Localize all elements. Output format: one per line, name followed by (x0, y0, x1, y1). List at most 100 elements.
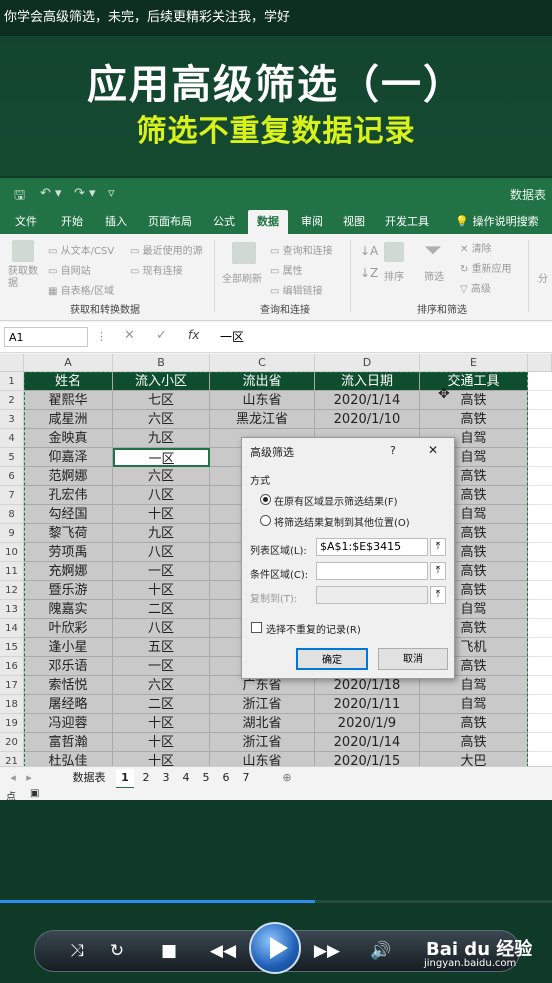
sort-button[interactable]: 排序 (384, 268, 404, 283)
table-cell[interactable] (528, 505, 552, 524)
row-header[interactable]: 5 (0, 448, 24, 467)
tab-home[interactable]: 开始 (52, 210, 92, 234)
reapply-button[interactable]: ↻ 重新应用 (460, 260, 512, 275)
from-table-button[interactable]: ▦ 自表格/区域 (48, 282, 114, 297)
table-cell[interactable]: 2020/1/15 (315, 752, 420, 766)
refresh-all-button[interactable]: 全部刷新 (222, 270, 262, 285)
header-cell[interactable] (528, 372, 552, 391)
table-cell[interactable] (528, 467, 552, 486)
tab-view[interactable]: 视图 (334, 210, 374, 234)
table-cell[interactable]: 湖北省 (210, 714, 315, 733)
list-range-input[interactable]: $A$1:$E$3415 (316, 538, 428, 556)
table-cell[interactable]: 二区 (113, 600, 210, 619)
tab-formulas[interactable]: 公式 (204, 210, 244, 234)
column-header[interactable]: A (24, 354, 113, 372)
cancel-icon[interactable]: ✕ (124, 328, 135, 343)
column-header[interactable]: B (113, 354, 210, 372)
queries-connections-button[interactable]: ▭ 查询和连接 (270, 242, 333, 257)
unique-records-label[interactable]: 选择不重复的记录(R) (266, 621, 361, 636)
tab-data[interactable]: 数据 (248, 210, 288, 234)
row-header[interactable]: 10 (0, 543, 24, 562)
sheet-tab[interactable]: 4 (178, 769, 194, 787)
table-cell[interactable]: 索恬悦 (24, 676, 113, 695)
table-cell[interactable]: 十区 (113, 714, 210, 733)
sheet-tab[interactable]: 6 (218, 769, 234, 787)
table-cell[interactable]: 屠经略 (24, 695, 113, 714)
play-button[interactable] (249, 922, 301, 974)
row-header[interactable]: 21 (0, 752, 24, 766)
table-cell[interactable]: 大巴 (420, 752, 528, 766)
table-cell[interactable]: 黎飞荷 (24, 524, 113, 543)
table-cell[interactable]: 劳项禹 (24, 543, 113, 562)
table-cell[interactable]: 高铁 (420, 714, 528, 733)
table-cell[interactable]: 浙江省 (210, 695, 315, 714)
sheet-tab[interactable]: 2 (138, 769, 154, 787)
table-cell[interactable]: 八区 (113, 543, 210, 562)
from-text-button[interactable]: ▭ 从文本/CSV (48, 242, 114, 257)
table-cell[interactable] (528, 600, 552, 619)
table-cell[interactable]: 翟熙华 (24, 391, 113, 410)
row-header[interactable]: 1 (0, 372, 24, 391)
table-cell[interactable] (528, 543, 552, 562)
table-cell[interactable]: 冯迎蓉 (24, 714, 113, 733)
split-button[interactable]: 分 (538, 270, 548, 285)
option-in-place-label[interactable]: 在原有区域显示筛选结果(F) (274, 493, 398, 508)
header-cell[interactable]: 流出省 (210, 372, 315, 391)
collapse-dialog-icon[interactable]: ⤒ (430, 562, 446, 580)
table-cell[interactable]: 九区 (113, 524, 210, 543)
advanced-button[interactable]: ▽ 高级 (460, 280, 491, 295)
get-data-button[interactable]: 获取数据 (8, 266, 38, 290)
table-cell[interactable]: 九区 (113, 429, 210, 448)
previous-icon[interactable]: ◀◀ (207, 931, 239, 971)
table-cell[interactable]: 孔宏伟 (24, 486, 113, 505)
row-header[interactable]: 4 (0, 429, 24, 448)
collapse-dialog-icon[interactable]: ⤒ (430, 538, 446, 556)
row-header[interactable]: 19 (0, 714, 24, 733)
table-cell[interactable] (528, 391, 552, 410)
sheet-tab[interactable]: 3 (158, 769, 174, 787)
tab-page-layout[interactable]: 页面布局 (142, 210, 198, 234)
table-cell[interactable] (528, 714, 552, 733)
table-cell[interactable]: 邓乐语 (24, 657, 113, 676)
table-cell[interactable]: 2020/1/14 (315, 391, 420, 410)
table-cell[interactable]: 五区 (113, 638, 210, 657)
row-header[interactable]: 17 (0, 676, 24, 695)
tab-developer[interactable]: 开发工具 (380, 210, 434, 234)
table-cell[interactable] (528, 448, 552, 467)
row-header[interactable]: 2 (0, 391, 24, 410)
table-cell[interactable]: 高铁 (420, 410, 528, 429)
table-cell[interactable]: 富哲瀚 (24, 733, 113, 752)
table-cell[interactable]: 勾经国 (24, 505, 113, 524)
table-cell[interactable]: 十区 (113, 733, 210, 752)
option-copy-to-label[interactable]: 将筛选结果复制到其他位置(O) (274, 514, 410, 529)
edit-links-button[interactable]: ▭ 编辑链接 (270, 282, 323, 297)
sheet-tab-active[interactable]: 1 (116, 769, 134, 789)
table-cell[interactable]: 暨乐游 (24, 581, 113, 600)
name-box[interactable]: A1 (4, 327, 88, 347)
table-cell[interactable]: 一区 (113, 448, 210, 467)
row-header[interactable]: 3 (0, 410, 24, 429)
table-cell[interactable]: 叶欣彩 (24, 619, 113, 638)
unique-records-checkbox[interactable] (251, 622, 262, 633)
table-cell[interactable]: 六区 (113, 410, 210, 429)
table-cell[interactable]: 高铁 (420, 733, 528, 752)
table-cell[interactable]: 自驾 (420, 695, 528, 714)
row-header[interactable]: 7 (0, 486, 24, 505)
table-cell[interactable]: 六区 (113, 467, 210, 486)
redo-icon[interactable]: ↷ ▾ (74, 186, 96, 201)
row-header[interactable]: 16 (0, 657, 24, 676)
column-header[interactable]: E (420, 354, 528, 372)
stop-icon[interactable]: ■ (157, 931, 181, 971)
recent-sources-button[interactable]: ▭ 最近使用的源 (130, 242, 203, 257)
table-cell[interactable] (528, 429, 552, 448)
table-cell[interactable]: 2020/1/11 (315, 695, 420, 714)
sort-az-icon[interactable]: ↓A (360, 244, 378, 258)
row-header[interactable]: 9 (0, 524, 24, 543)
table-cell[interactable]: 八区 (113, 619, 210, 638)
table-cell[interactable]: 十区 (113, 581, 210, 600)
table-cell[interactable]: 一区 (113, 657, 210, 676)
row-header[interactable]: 11 (0, 562, 24, 581)
table-cell[interactable]: 隗嘉实 (24, 600, 113, 619)
table-cell[interactable]: 逢小星 (24, 638, 113, 657)
scroll-right-icon[interactable]: ▸ (22, 769, 36, 787)
